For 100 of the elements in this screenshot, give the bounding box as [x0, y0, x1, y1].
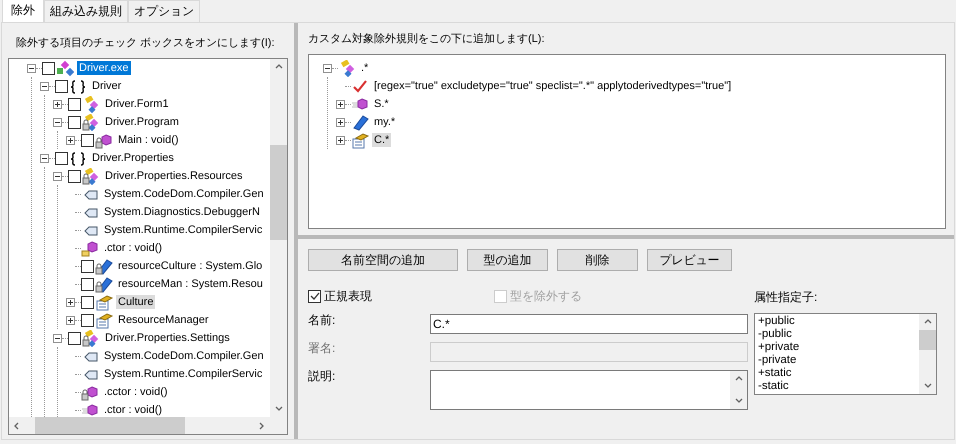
tree-item[interactable]: ResourceManager [116, 313, 210, 327]
collapse-icon[interactable] [323, 64, 332, 72]
cube-icon [351, 96, 369, 112]
tree-item[interactable]: .ctor : void() [102, 403, 164, 417]
list-item[interactable]: -private [758, 354, 916, 367]
checkbox[interactable] [68, 170, 81, 182]
collapse-icon[interactable] [53, 118, 62, 126]
tree-item[interactable]: System.CodeDom.Compiler.Gen [102, 187, 266, 201]
scroll-left-icon[interactable] [13, 422, 21, 430]
input-field[interactable]: C.* [430, 314, 748, 334]
tree-item[interactable]: [regex="true" excludetype="true" speclist=".*" applytoderivedtypes="true"] [372, 79, 734, 93]
tab[interactable]: 組み込み規則 [44, 0, 128, 22]
expand-icon[interactable] [336, 118, 345, 126]
action-button[interactable]: 削除 [557, 249, 638, 271]
checkbox[interactable] [55, 152, 68, 164]
action-button[interactable]: プレビュー [647, 249, 732, 271]
checkbox[interactable] [81, 134, 94, 146]
tree-item[interactable]: .ctor : void() [102, 241, 164, 255]
checkbox[interactable] [68, 98, 81, 110]
field-lock-icon [95, 258, 113, 274]
tree-item[interactable]: Driver.Properties.Settings [103, 331, 232, 345]
scroll-up-icon[interactable] [734, 375, 742, 383]
tree-item[interactable]: Main : void() [116, 133, 181, 147]
scroll-up-icon[interactable] [924, 318, 932, 326]
scroll-down-icon[interactable] [734, 397, 742, 405]
scrollbar-thumb[interactable] [35, 417, 185, 434]
tree-item[interactable]: resourceCulture : System.Glo [116, 259, 264, 273]
collapse-icon[interactable] [27, 64, 36, 72]
scrollbar-thumb[interactable] [270, 145, 287, 240]
class-lock-icon [82, 168, 100, 184]
scrollbar-thumb[interactable] [919, 330, 936, 350]
checkbox[interactable] [55, 80, 68, 92]
tree-item[interactable]: .* [359, 61, 370, 75]
field-label: 名前: [308, 312, 336, 329]
tree-item[interactable]: System.CodeDom.Compiler.Gen [102, 349, 266, 363]
collapse-icon[interactable] [53, 172, 62, 180]
scroll-up-icon[interactable] [274, 63, 282, 71]
checkbox[interactable] [81, 314, 94, 326]
class-lock-icon [82, 114, 100, 130]
collapse-icon[interactable] [53, 334, 62, 342]
checkbox[interactable] [81, 296, 94, 308]
tree-item[interactable]: my.* [372, 115, 398, 129]
tree-item[interactable]: .cctor : void() [102, 385, 170, 399]
specifier-list[interactable]: +public -public +private -private +static -static [754, 313, 937, 395]
action-button[interactable]: 名前空間の追加 [308, 249, 458, 271]
checkbox[interactable] [68, 116, 81, 128]
expand-icon[interactable] [53, 100, 62, 108]
checkbox[interactable] [81, 278, 94, 290]
tree-item[interactable]: Driver.Properties.Resources [103, 169, 245, 183]
tree-item[interactable]: System.Diagnostics.DebuggerN [102, 205, 262, 219]
tree-item[interactable]: Driver.Program [103, 115, 181, 129]
list-item[interactable]: +private [758, 341, 916, 354]
cube-icon [81, 240, 99, 256]
field-label: 説明: [308, 368, 336, 385]
expand-icon[interactable] [66, 298, 75, 306]
tree-item[interactable]: System.Runtime.CompilerServic [102, 223, 264, 237]
tree-item[interactable]: Driver.exe [77, 61, 131, 75]
checkbox[interactable] [42, 62, 55, 74]
tab[interactable]: オプション [128, 0, 200, 22]
tree-item[interactable]: S.* [372, 97, 391, 111]
class-icon [82, 96, 100, 112]
expand-icon[interactable] [66, 136, 75, 144]
tree-item[interactable]: resourceMan : System.Resou [116, 277, 265, 291]
checkbox[interactable] [308, 290, 321, 302]
check-icon [351, 78, 369, 94]
description-field[interactable] [430, 370, 748, 410]
tree-item[interactable]: Driver [90, 79, 124, 93]
cube-lock-icon [81, 384, 99, 400]
tree-item[interactable]: Driver.Form1 [103, 97, 171, 111]
tab[interactable]: 除外 [2, 0, 44, 22]
expand-icon[interactable] [66, 316, 75, 324]
field-label: 署名: [308, 340, 336, 357]
checkbox[interactable] [68, 332, 81, 344]
field-lock-icon [95, 276, 113, 292]
list-item[interactable]: -static [758, 380, 916, 393]
scroll-down-icon[interactable] [924, 382, 932, 390]
cube-icon [81, 402, 99, 417]
checkbox-label[interactable]: 正規表現 [324, 288, 372, 304]
tree-item[interactable]: System.Runtime.CompilerServic [102, 367, 264, 381]
class-lock-icon [82, 330, 100, 346]
field-label: 属性指定子: [754, 289, 818, 305]
checkbox[interactable] [81, 260, 94, 272]
expand-icon[interactable] [336, 136, 345, 144]
list-item[interactable]: -public [758, 328, 916, 341]
tree-item[interactable]: C.* [372, 133, 392, 147]
collapse-icon[interactable] [40, 82, 49, 90]
list-item[interactable]: +public [758, 315, 916, 328]
action-button[interactable]: 型の追加 [467, 249, 548, 271]
scroll-right-icon[interactable] [258, 422, 266, 430]
tree-item[interactable]: Driver.Properties [90, 151, 176, 165]
scroll-down-icon[interactable] [274, 405, 282, 413]
braces-icon [69, 150, 87, 166]
horizontal-scrollbar[interactable] [9, 417, 270, 434]
tree-item[interactable]: Culture [116, 295, 156, 309]
collapse-icon[interactable] [40, 154, 49, 162]
cube-lock-icon [95, 132, 113, 148]
list-item[interactable]: +static [758, 367, 916, 380]
vertical-scrollbar[interactable] [270, 59, 287, 417]
tree-caption: 除外する項目のチェック ボックスをオンにします(I): [15, 36, 276, 51]
expand-icon[interactable] [336, 100, 345, 108]
